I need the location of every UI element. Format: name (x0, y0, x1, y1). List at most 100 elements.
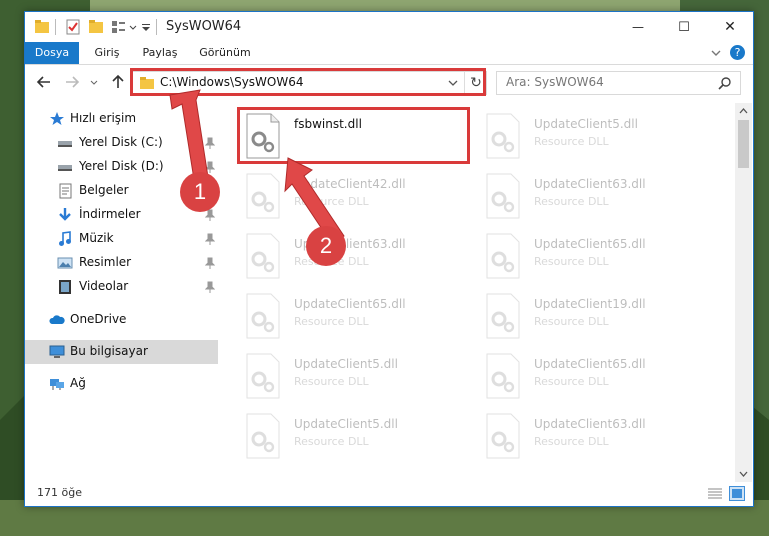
sidebar-item-music[interactable]: Müzik (25, 227, 218, 251)
dll-file-icon (246, 413, 280, 459)
search-placeholder[interactable]: Ara: SysWOW64 (506, 75, 604, 89)
address-bar-highlight (130, 68, 486, 96)
file-type: Resource DLL (534, 195, 609, 208)
pictures-icon (57, 257, 73, 269)
pin-icon[interactable] (205, 233, 215, 245)
sidebar-item-disk-c[interactable]: Yerel Disk (C:) (25, 131, 218, 155)
sidebar-item-label: Videolar (79, 279, 129, 293)
sidebar-item-onedrive[interactable]: OneDrive (25, 308, 218, 332)
file-item[interactable]: UpdateClient5.dll Resource DLL (245, 409, 480, 465)
vertical-scrollbar[interactable] (735, 103, 752, 483)
tab-gorunum[interactable]: Görünüm (195, 42, 255, 64)
title-separator (156, 19, 157, 35)
pin-icon[interactable] (205, 137, 215, 149)
minimize-button[interactable]: — (615, 12, 661, 42)
pin-icon[interactable] (205, 281, 215, 293)
search-icon[interactable] (718, 76, 732, 90)
file-type: Resource DLL (294, 195, 369, 208)
ribbon-tabs: Dosya Giriş Paylaş Görünüm ? (25, 42, 753, 64)
large-icons-view-icon[interactable] (729, 486, 745, 501)
help-icon[interactable]: ? (730, 45, 745, 60)
dll-file-icon (246, 353, 280, 399)
file-type: Resource DLL (294, 435, 369, 448)
documents-icon (59, 183, 72, 199)
cloud-icon (49, 315, 65, 324)
step-badge-2: 2 (306, 226, 346, 266)
dll-file-icon (486, 353, 520, 399)
file-item[interactable]: UpdateClient65.dll Resource DLL (485, 229, 720, 285)
sidebar-item-videos[interactable]: Videolar (25, 275, 218, 299)
sidebar-item-quick-access[interactable]: Hızlı erişim (25, 107, 218, 131)
recent-locations-icon[interactable] (89, 73, 99, 91)
tab-giris[interactable]: Giriş (87, 42, 127, 64)
maximize-icon: ☐ (678, 19, 690, 35)
qa-separator (55, 19, 56, 35)
dll-file-icon (486, 113, 520, 159)
minimize-icon: — (632, 20, 644, 34)
file-type: Resource DLL (534, 375, 609, 388)
dll-file-icon (486, 233, 520, 279)
customize-toolbar-icon[interactable] (141, 18, 151, 36)
file-item[interactable]: UpdateClient5.dll Resource DLL (485, 109, 720, 165)
details-view-icon[interactable] (707, 487, 723, 500)
file-name: UpdateClient5.dll (294, 417, 398, 431)
file-type: Resource DLL (534, 435, 609, 448)
file-name: UpdateClient5.dll (534, 117, 638, 131)
download-icon (59, 208, 71, 221)
search-box[interactable]: Ara: SysWOW64 (496, 71, 741, 95)
back-arrow-icon[interactable] (35, 73, 53, 91)
title-bar: SysWOW64 — ☐ ✕ (25, 12, 753, 42)
sidebar-item-label: Belgeler (79, 183, 129, 197)
pin-icon[interactable] (205, 161, 215, 173)
dll-file-icon (246, 233, 280, 279)
music-icon (59, 231, 71, 246)
dll-file-icon (486, 413, 520, 459)
scroll-up-icon[interactable] (739, 107, 748, 115)
view-options-icon[interactable] (110, 18, 126, 36)
folder-icon (35, 20, 49, 33)
file-item[interactable]: UpdateClient65.dll Resource DLL (485, 349, 720, 405)
tab-paylas[interactable]: Paylaş (137, 42, 183, 64)
file-item[interactable]: UpdateClient63.dll Resource DLL (245, 229, 480, 285)
sidebar-item-network[interactable]: Ağ (25, 372, 218, 396)
file-name: UpdateClient19.dll (534, 297, 646, 311)
file-name: UpdateClient63.dll (534, 177, 646, 191)
maximize-button[interactable]: ☐ (661, 12, 707, 42)
item-count: 171 öğe (37, 486, 82, 499)
properties-icon[interactable] (65, 18, 81, 36)
close-button[interactable]: ✕ (707, 12, 753, 42)
dll-file-icon (246, 173, 280, 219)
dll-file-icon (486, 293, 520, 339)
sidebar-item-pictures[interactable]: Resimler (25, 251, 218, 275)
sidebar-item-this-pc[interactable]: Bu bilgisayar (25, 340, 218, 364)
new-folder-icon[interactable] (88, 18, 104, 36)
sidebar-item-label: Yerel Disk (C:) (79, 135, 163, 149)
expand-ribbon-icon[interactable] (711, 48, 721, 58)
scroll-down-icon[interactable] (739, 470, 748, 478)
status-bar: 171 öğe (25, 482, 753, 506)
sidebar-item-label: Bu bilgisayar (70, 344, 148, 358)
file-name: UpdateClient42.dll (294, 177, 406, 191)
tab-dosya[interactable]: Dosya (25, 42, 79, 64)
chevron-down-icon[interactable] (129, 18, 137, 36)
pin-icon[interactable] (205, 257, 215, 269)
file-name: UpdateClient63.dll (534, 417, 646, 431)
file-item[interactable]: UpdateClient63.dll Resource DLL (485, 169, 720, 225)
up-arrow-icon[interactable] (109, 73, 127, 91)
file-name: UpdateClient65.dll (534, 357, 646, 371)
sidebar-item-label: Yerel Disk (D:) (79, 159, 164, 173)
file-item[interactable]: UpdateClient63.dll Resource DLL (485, 409, 720, 465)
network-icon (50, 379, 64, 390)
file-item[interactable]: UpdateClient65.dll Resource DLL (245, 289, 480, 345)
dll-file-icon (486, 173, 520, 219)
file-type: Resource DLL (294, 375, 369, 388)
close-icon: ✕ (724, 19, 736, 35)
file-type: Resource DLL (534, 315, 609, 328)
file-item[interactable]: UpdateClient42.dll Resource DLL (245, 169, 480, 225)
file-name: UpdateClient65.dll (294, 297, 406, 311)
file-item[interactable]: UpdateClient5.dll Resource DLL (245, 349, 480, 405)
file-item[interactable]: UpdateClient19.dll Resource DLL (485, 289, 720, 345)
forward-arrow-icon[interactable] (63, 73, 81, 91)
sidebar-item-label: İndirmeler (79, 207, 141, 221)
scrollbar-thumb[interactable] (738, 120, 749, 168)
